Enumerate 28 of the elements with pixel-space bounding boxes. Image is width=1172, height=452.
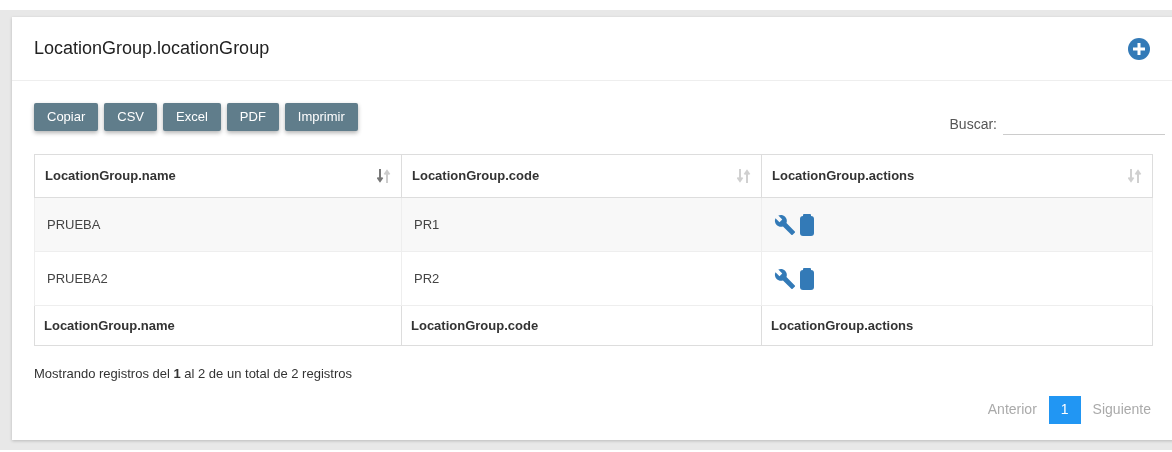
wrench-icon[interactable] bbox=[774, 267, 796, 290]
column-label: LocationGroup.name bbox=[45, 167, 176, 186]
export-button[interactable]: CSV bbox=[104, 103, 158, 131]
column-footer: LocationGroup.code bbox=[401, 305, 762, 346]
table-cell: PR1 bbox=[401, 197, 762, 252]
column-header[interactable]: LocationGroup.actions bbox=[761, 154, 1153, 198]
column-footer: LocationGroup.name bbox=[34, 305, 402, 346]
column-footer: LocationGroup.actions bbox=[761, 305, 1153, 346]
search-label: Buscar: bbox=[949, 115, 997, 134]
panel-title: LocationGroup.locationGroup bbox=[34, 37, 270, 60]
trash-icon[interactable] bbox=[800, 213, 814, 236]
sort-icon[interactable] bbox=[377, 168, 391, 184]
trash-icon[interactable] bbox=[800, 267, 814, 290]
export-button[interactable]: Copiar bbox=[34, 103, 99, 131]
table-cell: PRUEBA2 bbox=[34, 251, 402, 306]
export-button[interactable]: PDF bbox=[226, 103, 279, 131]
page-button[interactable]: 1 bbox=[1048, 395, 1081, 424]
column-header[interactable]: LocationGroup.code bbox=[401, 154, 762, 198]
add-icon[interactable] bbox=[1128, 37, 1150, 60]
table-cell: PRUEBA bbox=[34, 197, 402, 252]
column-header[interactable]: LocationGroup.name bbox=[34, 154, 402, 198]
export-button[interactable]: Excel bbox=[163, 103, 221, 131]
table-cell: PR2 bbox=[401, 251, 762, 306]
column-label: LocationGroup.code bbox=[412, 167, 540, 186]
column-label: LocationGroup.actions bbox=[772, 167, 915, 186]
wrench-icon[interactable] bbox=[774, 213, 796, 236]
table-info: Mostrando registros del 1 al 2 de un total de 2 registros bbox=[34, 366, 352, 381]
export-button[interactable]: Imprimir bbox=[284, 103, 358, 131]
